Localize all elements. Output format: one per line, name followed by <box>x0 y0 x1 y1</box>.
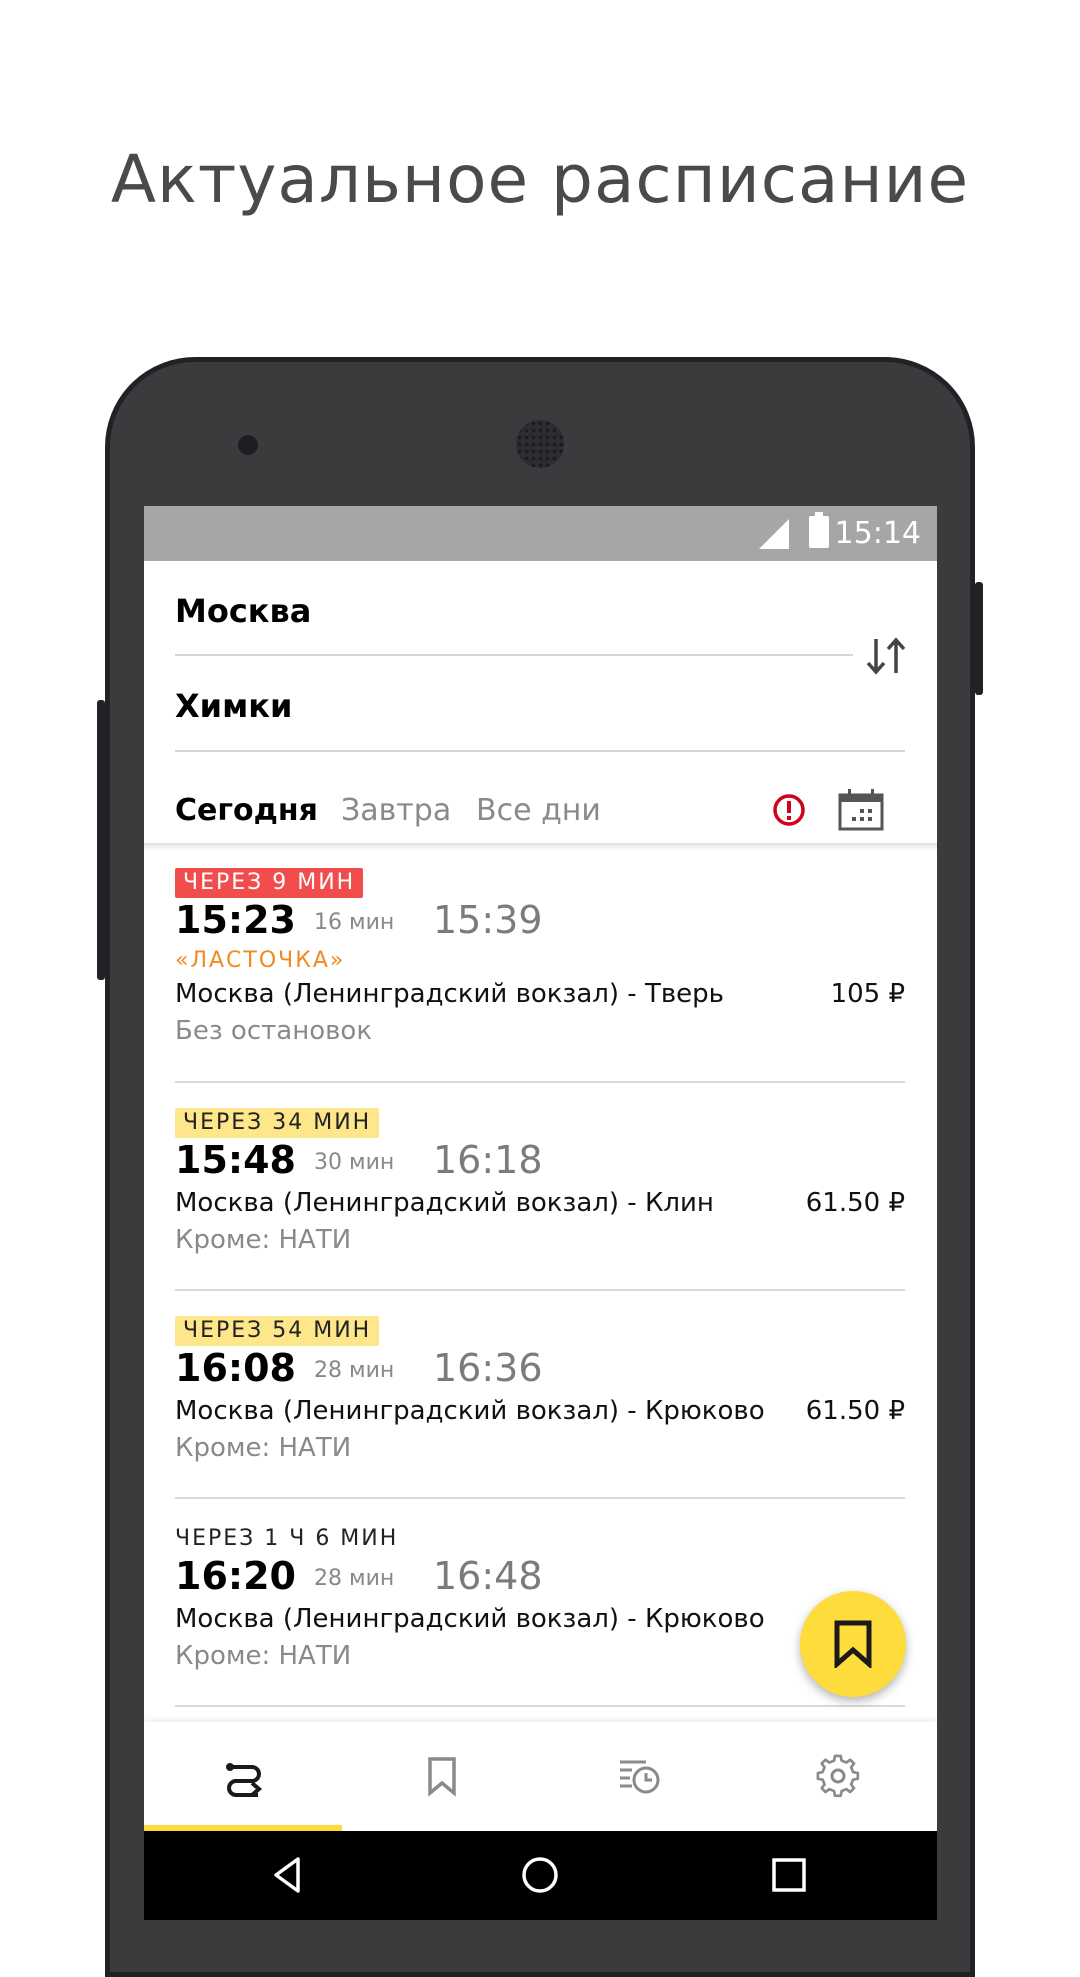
trip-route: Москва (Ленинградский вокзал) - Тверь <box>175 979 724 1009</box>
from-station-field[interactable]: Москва <box>175 591 905 631</box>
favorite-fab-button[interactable] <box>800 1591 906 1697</box>
bookmark-icon <box>428 1757 456 1797</box>
trip-item[interactable]: ЧЕРЕЗ 54 МИН 16:08 28 мин 16:36 Москва (… <box>175 1316 905 1466</box>
bottom-navigation <box>144 1722 937 1831</box>
trip-price: 61.50 ₽ <box>805 1396 905 1426</box>
calendar-icon[interactable] <box>834 783 890 839</box>
trip-item[interactable]: ЧЕРЕЗ 9 МИН 15:23 16 мин 15:39 «ЛАСТОЧКА… <box>175 868 905 1048</box>
trip-item[interactable]: ЧЕРЕЗ 34 МИН 15:48 30 мин 16:18 Москва (… <box>175 1108 905 1258</box>
departure-time: 15:48 <box>175 1138 296 1182</box>
recents-icon[interactable] <box>767 1853 811 1897</box>
battery-icon <box>809 512 829 548</box>
trip-price: 105 ₽ <box>830 979 905 1009</box>
trip-duration: 30 мин <box>314 1150 395 1175</box>
signal-icon <box>759 519 789 549</box>
countdown-badge: ЧЕРЕЗ 54 МИН <box>175 1316 380 1346</box>
divider <box>175 1705 905 1707</box>
countdown-badge: ЧЕРЕЗ 1 Ч 6 МИН <box>175 1526 399 1551</box>
back-icon[interactable] <box>266 1853 310 1897</box>
trip-duration: 28 мин <box>314 1358 395 1383</box>
bookmark-icon <box>834 1620 872 1668</box>
status-bar: 15:14 <box>144 506 937 561</box>
countdown-badge: ЧЕРЕЗ 34 МИН <box>175 1108 380 1138</box>
promo-title: Актуальное расписание <box>110 141 970 218</box>
trip-duration: 16 мин <box>314 910 395 935</box>
tab-tomorrow[interactable]: Завтра <box>341 791 451 831</box>
trip-price: 61.50 ₽ <box>805 1188 905 1218</box>
trip-item[interactable]: ЧЕРЕЗ 1 Ч 6 МИН 16:20 28 мин 16:48 Москв… <box>175 1524 905 1674</box>
date-tabs: Сегодня Завтра Все дни <box>144 771 937 844</box>
history-icon <box>620 1760 660 1794</box>
trip-note: Кроме: НАТИ <box>175 1433 352 1463</box>
routes-icon <box>226 1763 263 1797</box>
countdown-badge: ЧЕРЕЗ 9 МИН <box>175 868 364 898</box>
arrival-time: 15:39 <box>433 898 543 942</box>
trip-route: Москва (Ленинградский вокзал) - Крюково <box>175 1604 765 1634</box>
trip-note: Кроме: НАТИ <box>175 1641 352 1671</box>
nav-tab-settings[interactable] <box>738 1722 936 1831</box>
divider <box>175 1289 905 1291</box>
header-shadow <box>144 843 937 851</box>
trip-duration: 28 мин <box>314 1566 395 1591</box>
swap-direction-icon[interactable] <box>862 631 912 681</box>
tab-today[interactable]: Сегодня <box>175 791 318 831</box>
nav-tab-routes[interactable] <box>144 1722 342 1831</box>
settings-icon <box>816 1754 860 1798</box>
divider <box>175 1081 905 1083</box>
status-clock: 15:14 <box>834 516 921 551</box>
to-station-field[interactable]: Химки <box>175 686 905 726</box>
tab-all-days[interactable]: Все дни <box>476 791 601 831</box>
nav-tab-favorites[interactable] <box>342 1722 540 1831</box>
arrival-time: 16:48 <box>433 1554 543 1598</box>
trip-note: Кроме: НАТИ <box>175 1225 352 1255</box>
system-navigation-bar <box>144 1831 937 1920</box>
nav-tab-history[interactable] <box>540 1722 738 1831</box>
train-brand: «ЛАСТОЧКА» <box>175 948 346 973</box>
app-screen: 15:14 Москва Химки Сегодня Завтра Все дн… <box>144 506 937 1920</box>
divider <box>175 1497 905 1499</box>
phone-volume-button <box>97 700 105 980</box>
divider <box>175 750 905 752</box>
trip-route: Москва (Ленинградский вокзал) - Клин <box>175 1188 714 1218</box>
home-icon[interactable] <box>518 1853 562 1897</box>
arrival-time: 16:36 <box>433 1346 543 1390</box>
phone-speaker <box>516 420 564 468</box>
route-selector: Москва Химки Сегодня Завтра Все дни <box>144 561 937 846</box>
departure-time: 16:08 <box>175 1346 296 1390</box>
departure-time: 15:23 <box>175 898 296 942</box>
front-camera <box>238 435 258 455</box>
alert-icon[interactable] <box>771 792 807 828</box>
trip-route: Москва (Ленинградский вокзал) - Крюково <box>175 1396 765 1426</box>
phone-power-button <box>975 582 983 695</box>
departure-time: 16:20 <box>175 1554 296 1598</box>
trip-note: Без остановок <box>175 1016 373 1046</box>
arrival-time: 16:18 <box>433 1138 543 1182</box>
divider <box>175 654 853 656</box>
